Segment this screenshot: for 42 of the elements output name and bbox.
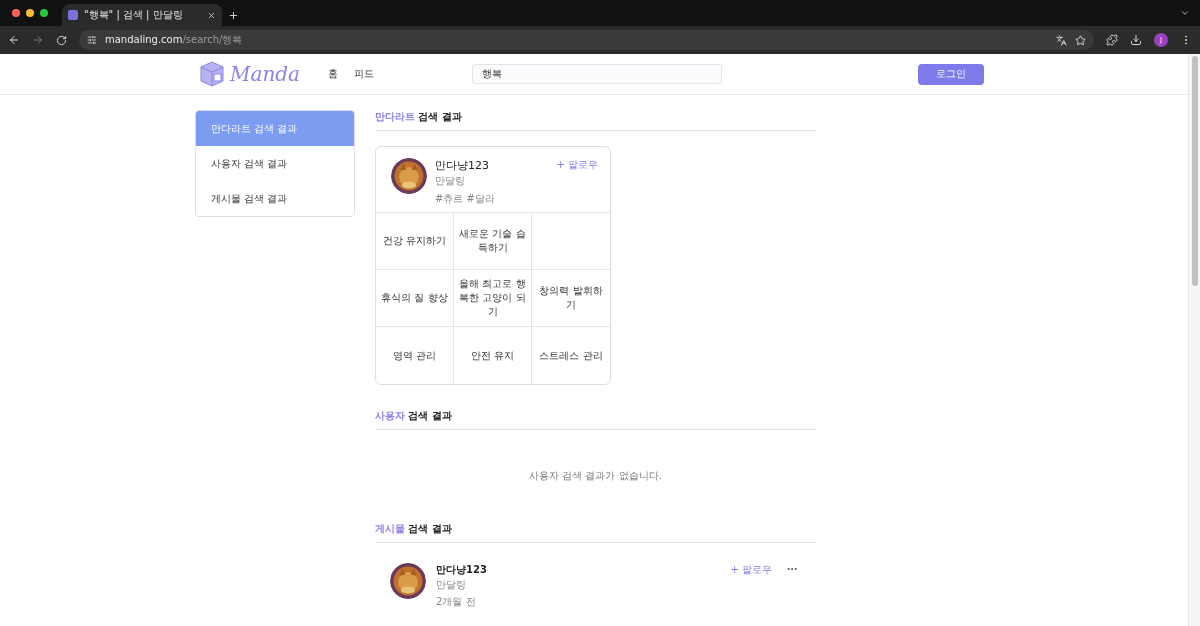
follow-link[interactable]: + 팔로우 [556,158,598,212]
favicon-icon [68,10,78,20]
login-button[interactable]: 로그인 [918,63,984,85]
empty-message: 사용자 검색 결과가 없습니다. [529,469,662,483]
site-settings-icon[interactable] [87,35,97,45]
post-time: 2개월 전 [436,595,477,609]
grid-cell: 창의력 발휘하기 [532,270,610,327]
nav-link[interactable]: 홈 [328,67,338,81]
address-bar[interactable]: mandaling.com/search/행복 [79,30,1094,50]
star-icon[interactable] [1075,34,1086,46]
chevron-icon[interactable] [1180,8,1190,18]
browser-tab[interactable]: "행복" | 검색 | 만달링 [62,4,222,26]
grid-cell-text: 스트레스 관리 [538,348,604,363]
section-title: 게시물 검색 결과 [375,522,816,543]
tags: #츄르 #달라 [435,192,549,206]
new-tab-icon[interactable] [228,10,239,21]
user-name: 만다냥123 [435,158,490,173]
follow-link[interactable]: + 팔로우 [730,563,772,577]
grid-cell: 영역 관리 [376,327,454,384]
minimize-window-button[interactable] [26,9,34,17]
user-subtitle: 만달링 [435,174,466,188]
grid-cell: 새로운 기술 습득하기 [454,213,532,270]
maximize-window-button[interactable] [40,9,48,17]
user-name: 만다냥123 [436,563,488,577]
cube-logo-icon [198,60,226,88]
back-icon[interactable] [8,34,20,46]
user-subtitle: 만달링 [436,578,467,592]
mandalart-card[interactable]: 만다냥123 만달링 #츄르 #달라 + 팔로우 건강 유지하기 새로운 기술 습득하기 휴식의 질 향상 올해 최고로 행복한 고양이 되기 창의력 발휘하기 영역 관리 안전 유지 스트레스 관리 [375,146,611,385]
grid-cell: 휴식의 질 향상 [376,270,454,327]
reload-icon[interactable] [56,34,67,46]
download-icon[interactable] [1130,34,1142,46]
section-title: 만다라트 검색 결과 [375,110,816,131]
extensions-icon[interactable] [1106,34,1118,46]
nav-link[interactable]: 피드 [354,67,374,81]
section-title: 사용자 검색 결과 [375,409,816,430]
translate-icon[interactable] [1056,34,1067,46]
search-field[interactable]: 행복 [472,64,722,84]
grid-cell: 건강 유지하기 [376,213,454,270]
close-window-button[interactable] [12,9,20,17]
close-icon[interactable] [207,10,216,20]
grid-cell: 안전 유지 [454,327,532,384]
grid-cell: 올해 최고로 행복한 고양이 되기 [454,270,532,327]
